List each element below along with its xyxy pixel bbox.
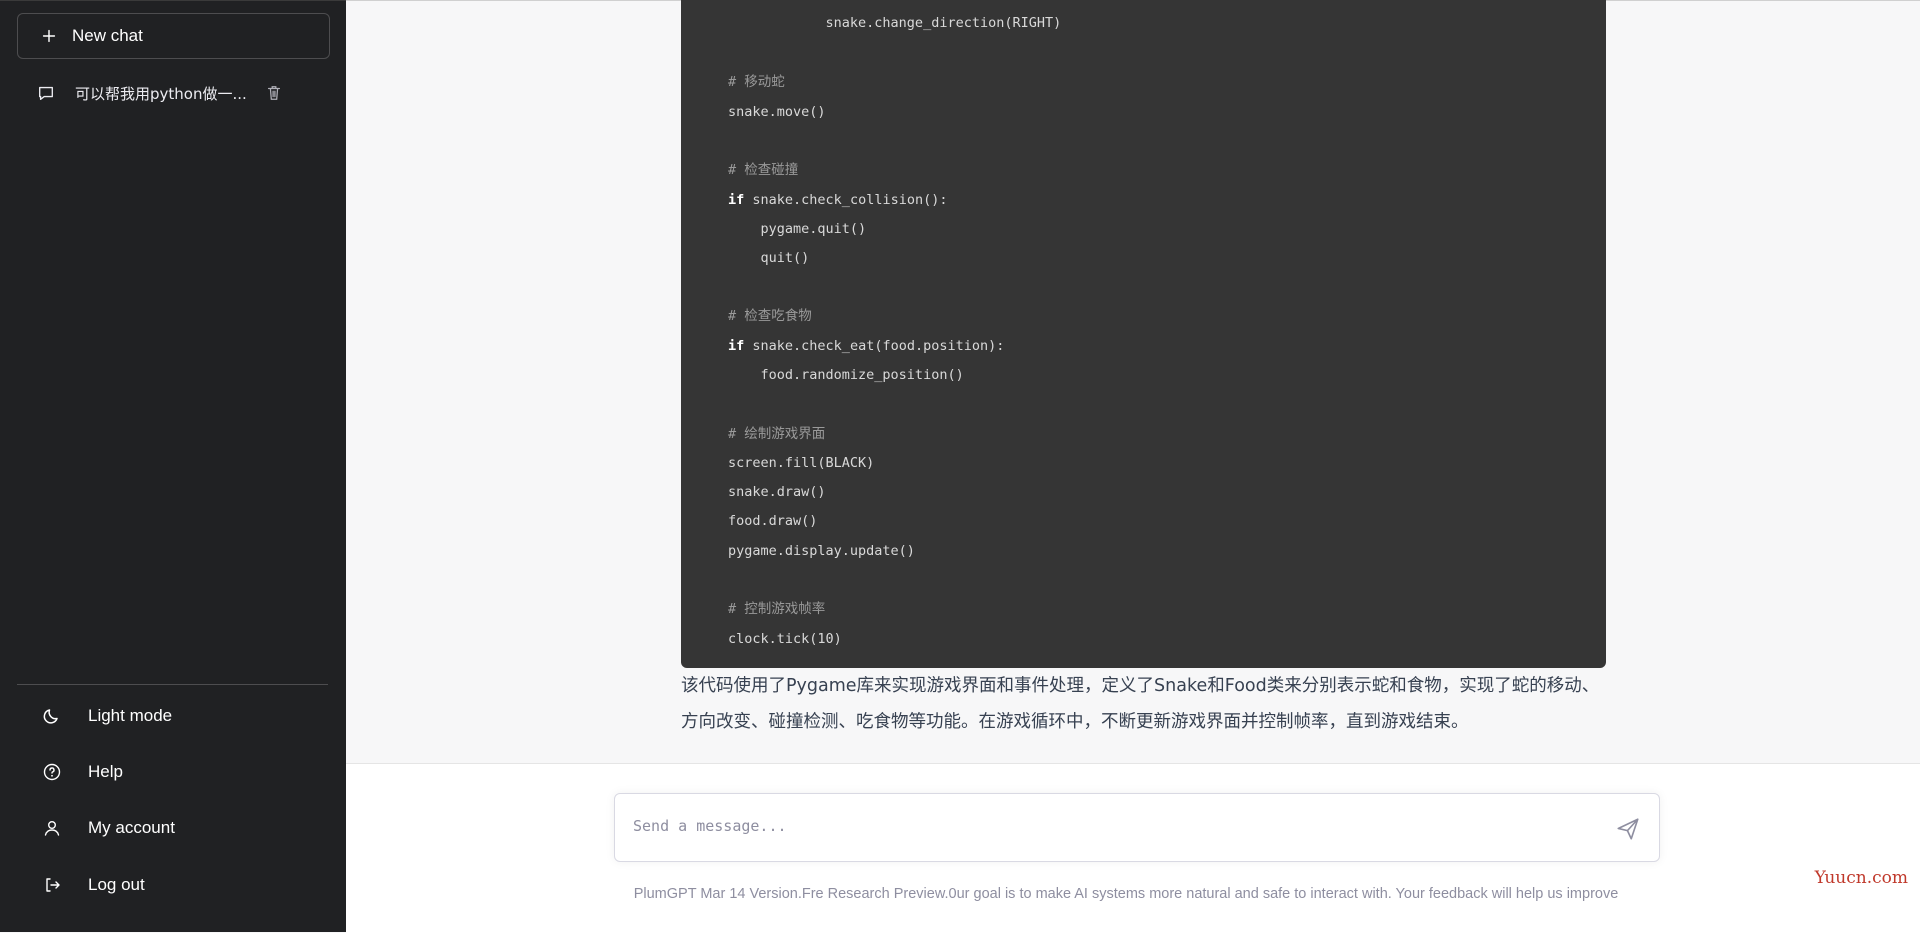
code-line: screen.fill(BLACK): [728, 455, 875, 471]
sidebar-divider: [17, 684, 328, 685]
code-line: food.randomize_position(): [728, 367, 964, 383]
watermark: Yuucn.com: [1814, 868, 1908, 888]
code-line: snake.change_direction(RIGHT): [728, 15, 1062, 31]
chat-bubble-icon: [39, 86, 53, 100]
user-icon: [44, 821, 60, 836]
new-chat-button[interactable]: New chat: [17, 13, 330, 59]
code-block: snake.change_direction(RIGHT) # 移动蛇 snak…: [681, 0, 1606, 668]
code-comment: # 移动蛇: [728, 74, 785, 90]
logout-icon: [46, 878, 60, 892]
light-mode-label: Light mode: [88, 706, 173, 725]
footer-disclaimer-text: PlumGPT Mar 14 Version.Fre Research Prev…: [633, 886, 1619, 902]
code-line-if: if snake.check_collision():: [728, 190, 947, 210]
new-chat-label: New chat: [72, 26, 143, 45]
my-account-label: My account: [88, 818, 175, 837]
trash-icon[interactable]: [265, 84, 283, 102]
code-comment: # 控制游戏帧率: [728, 601, 826, 617]
my-account-button[interactable]: My account: [17, 806, 330, 850]
code-comment: # 检查碰撞: [728, 162, 799, 178]
app-root: New chat 可以帮我用python做一... Light mode Hel…: [0, 0, 1920, 933]
moon-icon: [43, 709, 58, 724]
code-comment: # 绘制游戏界面: [728, 426, 826, 442]
help-label: Help: [88, 762, 123, 781]
code-line: snake.draw(): [728, 484, 826, 500]
assistant-answer-text: 该代码使用了Pygame库来实现游戏界面和事件处理，定义了Snake和Food类…: [681, 676, 1600, 732]
plus-icon: [42, 29, 56, 43]
help-button[interactable]: Help: [17, 750, 330, 794]
send-icon[interactable]: [1615, 816, 1641, 842]
history-item-title: 可以帮我用python做一...: [75, 84, 247, 103]
footer-disclaimer: PlumGPT Mar 14 Version.Fre Research Prev…: [346, 886, 1920, 902]
message-input[interactable]: [631, 810, 1595, 842]
code-comment: # 检查吃食物: [728, 308, 812, 324]
code-line: pygame.quit(): [728, 221, 867, 237]
sidebar: New chat 可以帮我用python做一... Light mode Hel…: [0, 0, 346, 932]
light-mode-button[interactable]: Light mode: [17, 694, 330, 738]
code-line: snake.move(): [728, 104, 826, 120]
chat-main: snake.change_direction(RIGHT) # 移动蛇 snak…: [346, 0, 1920, 933]
help-circle-icon: [43, 763, 61, 781]
log-out-label: Log out: [88, 875, 145, 894]
composer-area: PlumGPT Mar 14 Version.Fre Research Prev…: [346, 763, 1920, 933]
keyword-if: if: [728, 338, 745, 354]
code-line-if: if snake.check_eat(food.position):: [728, 336, 1004, 356]
code-line: food.draw(): [728, 513, 818, 529]
code-line: quit(): [728, 250, 810, 266]
history-item[interactable]: 可以帮我用python做一...: [17, 71, 330, 115]
keyword-if: if: [728, 192, 745, 208]
code-line-rest: snake.check_collision():: [752, 192, 948, 208]
code-line-rest: snake.check_eat(food.position):: [752, 338, 1005, 354]
log-out-button[interactable]: Log out: [17, 863, 330, 907]
code-line: clock.tick(10): [728, 631, 842, 647]
message-input-box: [614, 793, 1660, 862]
code-line: pygame.display.update(): [728, 543, 915, 559]
